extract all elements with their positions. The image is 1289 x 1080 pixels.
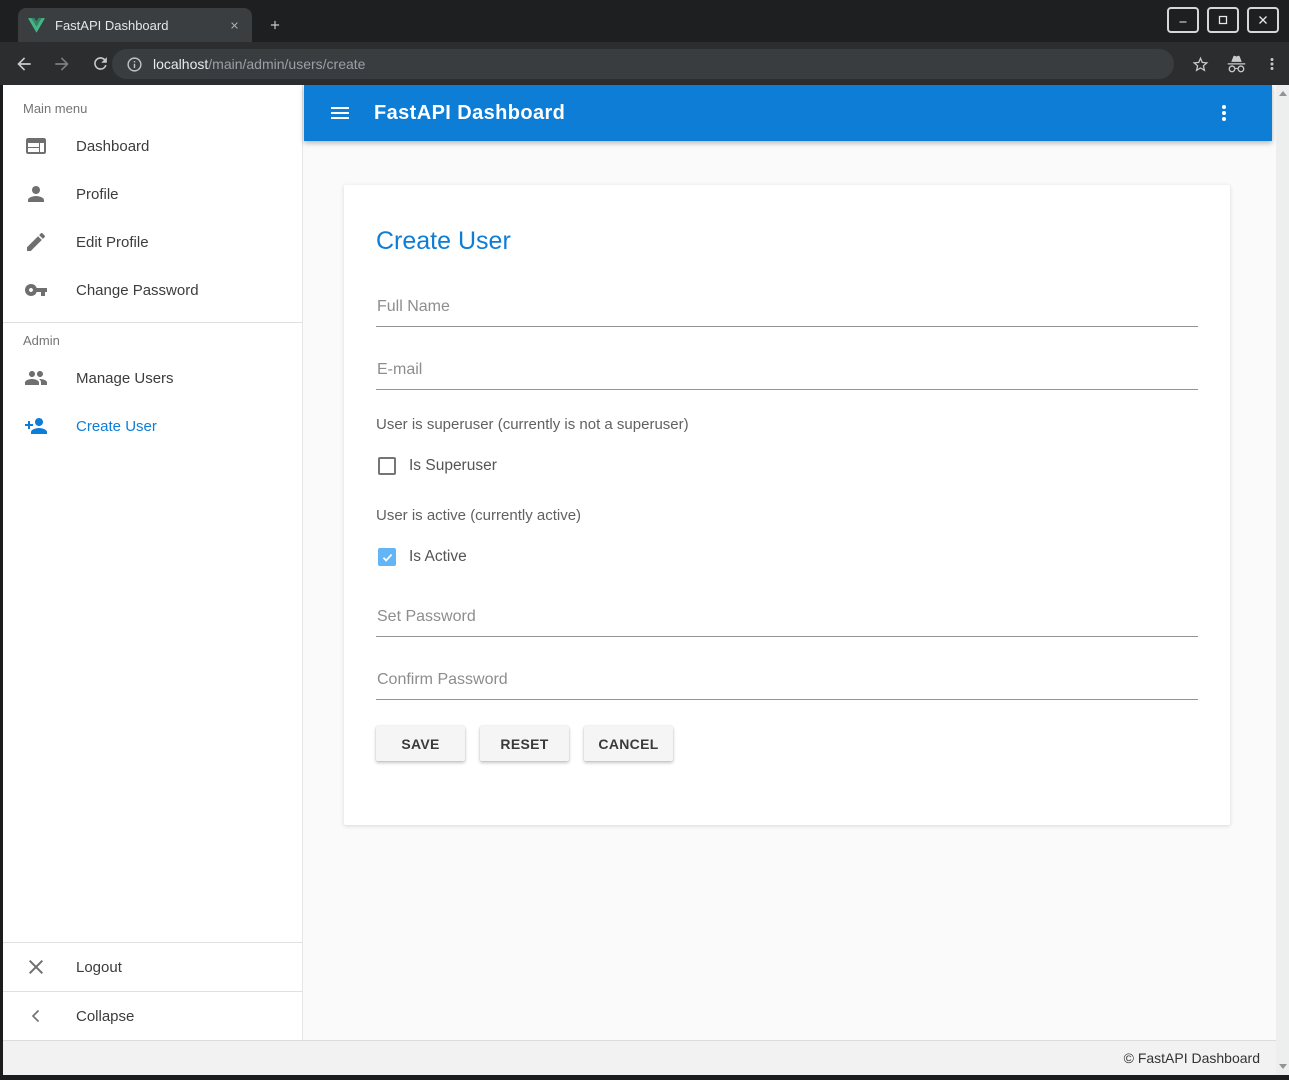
- appbar-menu-kebab-icon[interactable]: [1212, 101, 1236, 125]
- save-button[interactable]: SAVE: [376, 726, 465, 761]
- appbar-title: FastAPI Dashboard: [374, 102, 565, 125]
- person-add-icon: [24, 414, 48, 438]
- sidebar-spacer: [3, 450, 302, 942]
- superuser-hint: User is superuser (currently is not a su…: [376, 416, 1198, 433]
- close-window-button[interactable]: [1247, 7, 1279, 33]
- form-buttons: SAVE RESET CANCEL: [376, 726, 1198, 761]
- full-name-input[interactable]: [376, 298, 1198, 327]
- vue-favicon: [28, 18, 45, 33]
- sidebar-item-label: Profile: [76, 186, 119, 203]
- is-active-label[interactable]: Is Active: [409, 548, 467, 566]
- full-name-field-wrap: [376, 298, 1198, 327]
- confirm-password-field-wrap: [376, 671, 1198, 700]
- cancel-button[interactable]: CANCEL: [584, 726, 673, 761]
- set-password-field-wrap: [376, 608, 1198, 637]
- is-superuser-checkbox[interactable]: [378, 457, 396, 475]
- sidebar-item-logout[interactable]: Logout: [3, 943, 302, 991]
- bookmark-star-icon[interactable]: [1191, 55, 1210, 74]
- incognito-icon: [1226, 54, 1247, 75]
- key-icon: [24, 278, 48, 302]
- people-icon: [24, 366, 48, 390]
- sidebar: Main menu Dashboard Profile Edit Profile: [3, 85, 303, 1040]
- scrollbar-down-arrow[interactable]: [1279, 1064, 1287, 1069]
- superuser-checkbox-row: Is Superuser: [376, 455, 1198, 477]
- sidebar-item-label: Create User: [76, 418, 157, 435]
- maximize-button[interactable]: [1207, 7, 1239, 33]
- toolbar-right-icons: [1191, 49, 1281, 79]
- is-active-checkbox[interactable]: [378, 548, 396, 566]
- browser-toolbar: localhost/main/admin/users/create: [0, 42, 1289, 85]
- person-icon: [24, 182, 48, 206]
- forward-button-icon[interactable]: [48, 50, 76, 78]
- browser-menu-kebab-icon[interactable]: [1263, 55, 1281, 73]
- tab-title: FastAPI Dashboard: [55, 18, 226, 33]
- sidebar-caption-admin: Admin: [23, 333, 302, 348]
- sidebar-item-label: Dashboard: [76, 138, 149, 155]
- sidebar-item-edit-profile[interactable]: Edit Profile: [3, 218, 302, 266]
- sidebar-item-collapse[interactable]: Collapse: [3, 992, 302, 1040]
- pencil-icon: [24, 230, 48, 254]
- sidebar-item-profile[interactable]: Profile: [3, 170, 302, 218]
- sidebar-item-create-user[interactable]: Create User: [3, 402, 302, 450]
- is-superuser-label[interactable]: Is Superuser: [409, 457, 497, 475]
- sidebar-item-label: Logout: [76, 959, 122, 976]
- sidebar-item-dashboard[interactable]: Dashboard: [3, 122, 302, 170]
- footer: © FastAPI Dashboard: [3, 1040, 1284, 1075]
- dashboard-icon: [24, 134, 48, 158]
- sidebar-caption-main-menu: Main menu: [23, 101, 302, 116]
- chevron-left-icon: [24, 1004, 48, 1028]
- tab-close-icon[interactable]: [226, 17, 242, 33]
- reload-button-icon[interactable]: [86, 50, 114, 78]
- page-title: Create User: [376, 227, 1198, 256]
- new-tab-button[interactable]: [262, 12, 288, 38]
- main-content: Create User User is superuser (currently…: [304, 141, 1272, 1040]
- create-user-card: Create User User is superuser (currently…: [344, 185, 1230, 825]
- set-password-input[interactable]: [376, 608, 1198, 637]
- hamburger-menu-icon[interactable]: [328, 101, 352, 125]
- minimize-button[interactable]: [1167, 7, 1199, 33]
- tab-strip: FastAPI Dashboard: [0, 0, 1289, 42]
- page-content: Main menu Dashboard Profile Edit Profile: [3, 85, 1284, 1075]
- sidebar-item-label: Manage Users: [76, 370, 174, 387]
- page-scrollbar[interactable]: [1276, 85, 1289, 1075]
- scrollbar-up-arrow[interactable]: [1279, 91, 1287, 96]
- sidebar-divider: [3, 322, 302, 323]
- active-hint: User is active (currently active): [376, 507, 1198, 524]
- site-info-icon[interactable]: [126, 56, 143, 73]
- url-path: /main/admin/users/create: [208, 56, 365, 72]
- confirm-password-input[interactable]: [376, 671, 1198, 700]
- url-bar[interactable]: localhost/main/admin/users/create: [112, 49, 1174, 79]
- active-checkbox-row: Is Active: [376, 546, 1198, 568]
- window-controls: [1167, 7, 1279, 33]
- sidebar-item-label: Change Password: [76, 282, 199, 299]
- reset-button[interactable]: RESET: [480, 726, 569, 761]
- browser-window: FastAPI Dashboard: [0, 0, 1289, 1080]
- sidebar-item-label: Collapse: [76, 1008, 134, 1025]
- copyright-text: © FastAPI Dashboard: [1124, 1050, 1260, 1066]
- url-host: localhost: [153, 56, 208, 72]
- sidebar-item-change-password[interactable]: Change Password: [3, 266, 302, 314]
- browser-tab[interactable]: FastAPI Dashboard: [18, 8, 252, 42]
- app-bar: FastAPI Dashboard: [304, 85, 1272, 141]
- email-field-wrap: [376, 361, 1198, 390]
- back-button-icon[interactable]: [10, 50, 38, 78]
- sidebar-item-manage-users[interactable]: Manage Users: [3, 354, 302, 402]
- close-icon: [24, 955, 48, 979]
- email-input[interactable]: [376, 361, 1198, 390]
- sidebar-item-label: Edit Profile: [76, 234, 149, 251]
